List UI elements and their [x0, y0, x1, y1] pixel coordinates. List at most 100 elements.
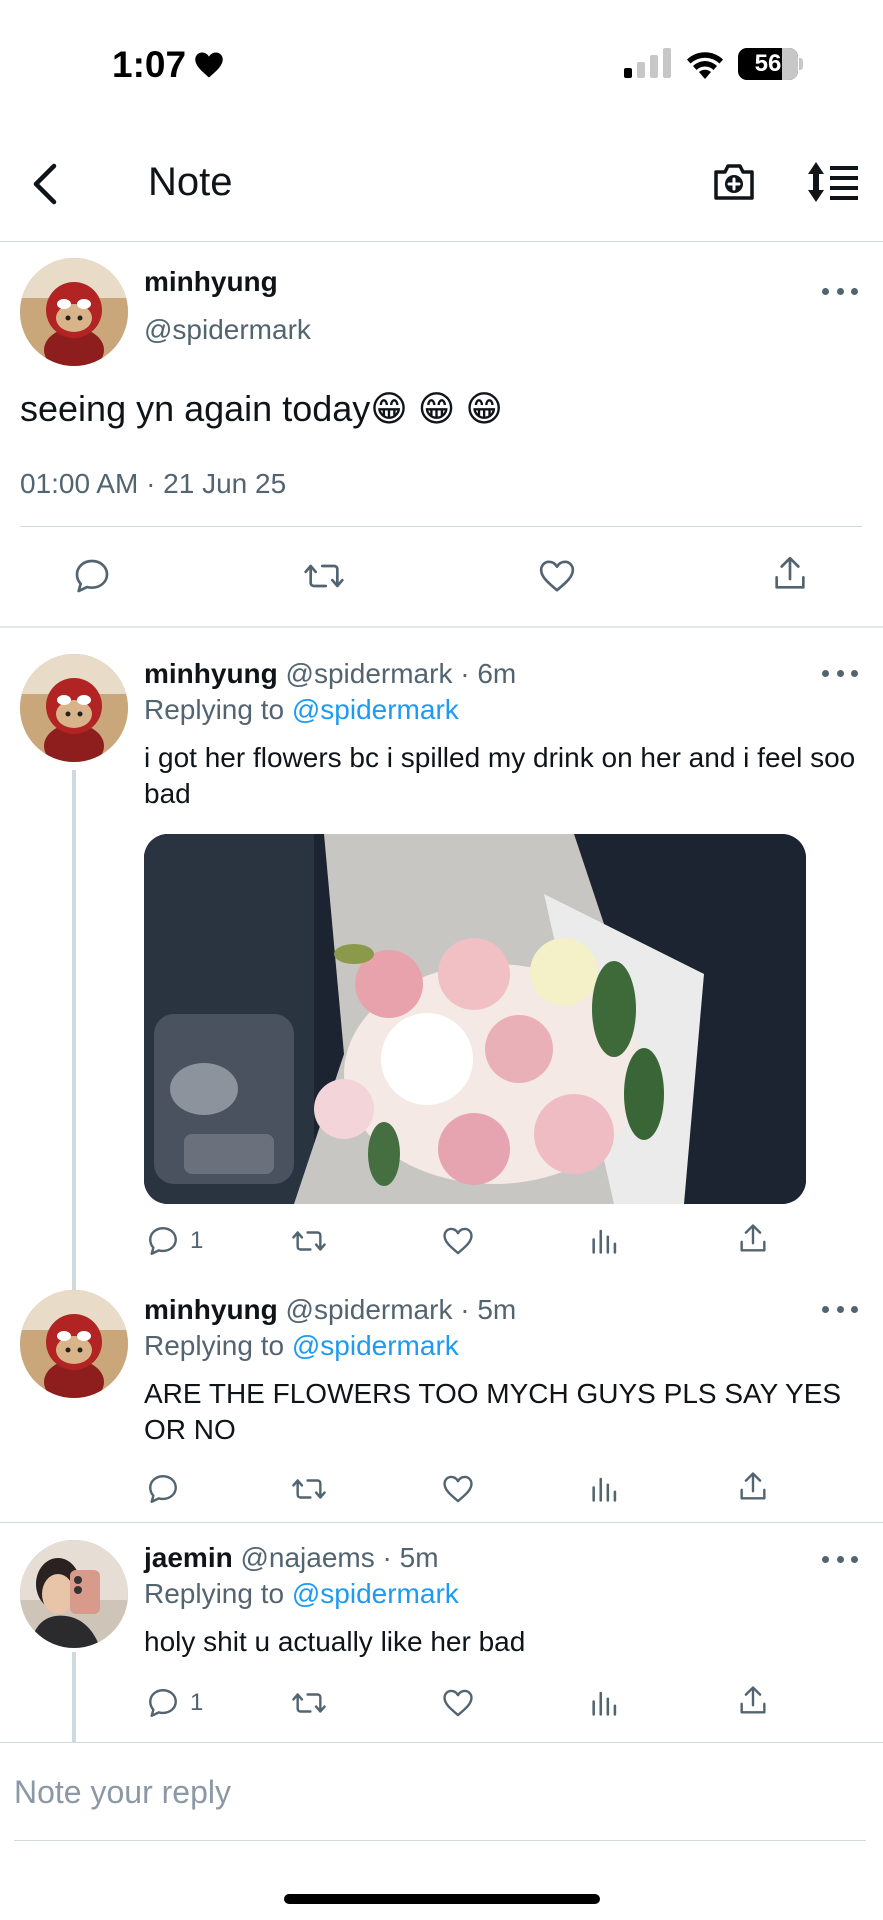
heart-icon — [195, 52, 223, 78]
status-time: 1:07 — [112, 44, 224, 86]
reply-button[interactable]: 1 — [146, 1686, 203, 1720]
reply-text: i got her flowers bc i spilled my drink … — [144, 742, 856, 809]
views-button[interactable] — [588, 1686, 622, 1720]
views-button[interactable] — [588, 1472, 622, 1506]
avatar[interactable] — [20, 258, 128, 366]
avatar[interactable] — [20, 1540, 128, 1648]
author-name[interactable]: minhyung — [144, 1294, 278, 1325]
author-name[interactable]: jaemin — [144, 1542, 233, 1573]
repost-button[interactable] — [302, 556, 346, 596]
more-options-icon[interactable] — [822, 1302, 858, 1316]
reply-button[interactable] — [72, 556, 112, 596]
share-icon — [775, 556, 805, 589]
battery-icon: 56 — [738, 48, 804, 80]
repost-button[interactable] — [290, 1472, 328, 1506]
heart-outline-icon — [443, 1227, 473, 1255]
repost-icon — [292, 1479, 326, 1499]
reply-button[interactable] — [146, 1472, 190, 1506]
replying-to-handle[interactable]: @spidermark — [292, 1578, 459, 1609]
replying-to: Replying to @spidermark — [144, 1330, 459, 1362]
reply-header: minhyung @spidermark · 6m — [144, 658, 516, 690]
share-button[interactable] — [770, 554, 810, 594]
attached-photo[interactable] — [144, 834, 806, 1204]
back-icon[interactable] — [22, 160, 70, 208]
replying-to: Replying to @spidermark — [144, 1578, 459, 1610]
repost-icon — [292, 1231, 326, 1251]
share-button[interactable] — [736, 1684, 770, 1718]
like-button[interactable] — [440, 1224, 476, 1258]
repost-icon — [292, 1693, 326, 1713]
comment-icon — [149, 1689, 177, 1717]
avatar[interactable] — [20, 654, 128, 762]
heart-outline-icon — [539, 560, 575, 592]
share-icon — [740, 1686, 766, 1714]
header: Note — [0, 140, 883, 242]
share-button[interactable] — [736, 1222, 770, 1256]
heart-outline-icon — [443, 1475, 473, 1503]
replying-to: Replying to @spidermark — [144, 694, 459, 726]
sort-icon[interactable] — [806, 158, 860, 206]
replying-to-handle[interactable]: @spidermark — [292, 694, 459, 725]
replying-to-label: Replying to — [144, 1578, 285, 1609]
author-meta[interactable]: @spidermark · 6m — [286, 658, 517, 689]
author-name[interactable]: minhyung — [144, 658, 278, 689]
reply-text: ARE THE FLOWERS TOO MYCH GUYS PLS SAY YE… — [144, 1378, 842, 1445]
heart-outline-icon — [443, 1689, 473, 1717]
battery-level: 56 — [754, 50, 782, 77]
replying-to-label: Replying to — [144, 1330, 285, 1361]
author-handle[interactable]: @spidermark — [144, 314, 311, 346]
reply-count: 1 — [190, 1689, 204, 1716]
author-meta[interactable]: @spidermark · 5m — [286, 1294, 517, 1325]
camera-add-icon[interactable] — [710, 158, 758, 206]
divider — [0, 1522, 883, 1523]
reply-header: jaemin @najaems · 5m — [144, 1542, 439, 1574]
cellular-signal-icon — [624, 48, 671, 78]
divider — [0, 626, 883, 628]
thread-line — [72, 1652, 76, 1742]
more-options-icon[interactable] — [822, 284, 858, 298]
status-time-text: 1:07 — [112, 44, 187, 85]
analytics-icon — [592, 1229, 617, 1254]
home-indicator[interactable] — [284, 1894, 600, 1904]
replying-to-label: Replying to — [144, 694, 285, 725]
reply-input[interactable] — [14, 1772, 854, 1812]
reply-text: holy shit u actually like her bad — [144, 1626, 526, 1657]
avatar[interactable] — [20, 1290, 128, 1398]
share-icon — [740, 1224, 766, 1252]
note-timestamp: 01:00 AM · 21 Jun 25 — [20, 468, 287, 499]
share-button[interactable] — [736, 1470, 770, 1504]
flowers-photo — [144, 834, 806, 1204]
wifi-icon — [687, 52, 723, 79]
divider — [20, 526, 862, 527]
reply-count: 1 — [190, 1227, 204, 1254]
avatar-image — [20, 1540, 128, 1648]
comment-icon — [75, 559, 109, 593]
avatar-image — [20, 258, 128, 366]
reply-button[interactable]: 1 — [146, 1224, 203, 1258]
more-options-icon[interactable] — [822, 666, 858, 680]
repost-icon — [304, 564, 344, 588]
replying-to-handle[interactable]: @spidermark — [292, 1330, 459, 1361]
status-bar: 1:07 56 — [0, 0, 883, 120]
repost-button[interactable] — [290, 1224, 328, 1258]
comment-icon — [149, 1227, 177, 1255]
analytics-icon — [592, 1477, 617, 1502]
page-title: Note — [148, 160, 233, 204]
like-button[interactable] — [536, 556, 578, 596]
share-icon — [740, 1472, 766, 1500]
repost-button[interactable] — [290, 1686, 328, 1720]
divider — [14, 1840, 866, 1841]
avatar-image — [20, 1290, 128, 1398]
analytics-icon — [592, 1691, 617, 1716]
author-name[interactable]: minhyung — [144, 266, 278, 298]
reply-composer — [0, 1742, 883, 1842]
more-options-icon[interactable] — [822, 1552, 858, 1566]
views-button[interactable] — [588, 1224, 622, 1258]
note-text: seeing yn again today😁 😁 😁 — [20, 388, 503, 429]
avatar-image — [20, 654, 128, 762]
comment-icon — [149, 1475, 177, 1503]
author-meta[interactable]: @najaems · 5m — [240, 1542, 438, 1573]
like-button[interactable] — [440, 1686, 476, 1720]
thread-line — [72, 770, 76, 1290]
like-button[interactable] — [440, 1472, 476, 1506]
